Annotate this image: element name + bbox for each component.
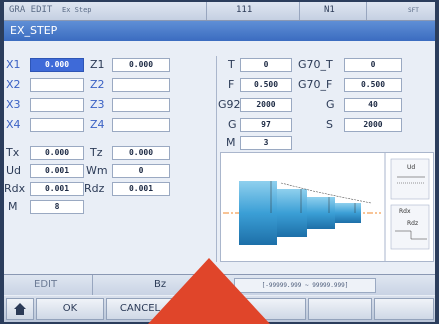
label-g70-t: G70_T — [298, 58, 333, 71]
step-diagram: Ud Rdx Rdz — [220, 152, 434, 262]
x1-input[interactable]: 0.000 — [30, 58, 84, 72]
program-number: 111 — [236, 5, 253, 15]
x4-input[interactable] — [30, 118, 84, 132]
label-z1: Z1 — [90, 58, 105, 71]
label-tz: Tz — [90, 146, 103, 159]
z2-input[interactable] — [112, 78, 170, 92]
g70-f-input[interactable]: 0.500 — [344, 78, 402, 92]
wm-input[interactable]: 0 — [112, 164, 170, 178]
label-g-97: G — [228, 118, 237, 131]
g70-t-input[interactable]: 0 — [344, 58, 402, 72]
label-ud: Ud — [6, 164, 22, 177]
z4-input[interactable] — [112, 118, 170, 132]
z1-input[interactable]: 0.000 — [112, 58, 170, 72]
label-g-40: G — [326, 98, 335, 111]
label-s: S — [326, 118, 333, 131]
softkey-6[interactable] — [374, 298, 434, 320]
label-g70-f: G70_F — [298, 78, 333, 91]
label-rdz: Rdz — [84, 182, 105, 195]
rdz-diagram-label: Rdz — [407, 220, 418, 227]
m-left-input[interactable]: 8 — [30, 200, 84, 214]
label-x3: X3 — [6, 98, 21, 111]
mode-indicator: GRA EDIT — [9, 5, 53, 15]
page-title: EX_STEP — [4, 21, 435, 41]
g92-input[interactable]: 2000 — [240, 98, 292, 112]
tx-input[interactable]: 0.000 — [30, 146, 84, 160]
block-number: N1 — [324, 5, 335, 15]
softkey-5[interactable] — [308, 298, 372, 320]
ok-button[interactable]: OK — [36, 298, 104, 320]
x2-input[interactable] — [30, 78, 84, 92]
label-m-right: M — [226, 136, 236, 149]
g-input-97[interactable]: 97 — [240, 118, 292, 132]
top-status-bar: GRA EDIT Ex Step 111 N1 SFT — [4, 2, 435, 21]
m-right-input[interactable]: 3 — [240, 136, 292, 150]
t-input[interactable]: 0 — [240, 58, 292, 72]
label-g92: G92 — [218, 98, 241, 111]
tz-input[interactable]: 0.000 — [112, 146, 170, 160]
up-arrow-overlay — [148, 258, 270, 324]
x3-input[interactable] — [30, 98, 84, 112]
home-icon — [14, 303, 26, 315]
label-x4: X4 — [6, 118, 21, 131]
label-z2: Z2 — [90, 78, 105, 91]
edit-mode-label: EDIT — [34, 279, 58, 290]
label-t: T — [228, 58, 235, 71]
step-profile-illustration: Ud Rdx Rdz — [223, 153, 430, 261]
rdz-input[interactable]: 0.001 — [112, 182, 170, 196]
panel-divider — [216, 56, 217, 262]
label-m-left: M — [8, 200, 18, 213]
label-x1: X1 — [6, 58, 21, 71]
label-rdx: Rdx — [4, 182, 26, 195]
home-key[interactable] — [6, 298, 34, 320]
rdx-input[interactable]: 0.001 — [30, 182, 84, 196]
f-input[interactable]: 0.500 — [240, 78, 292, 92]
label-wm: Wm — [86, 164, 108, 177]
rdx-diagram-label: Rdx — [399, 208, 411, 215]
s-input[interactable]: 2000 — [344, 118, 402, 132]
ud-diagram-label: Ud — [407, 164, 415, 171]
label-tx: Tx — [6, 146, 20, 159]
z3-input[interactable] — [112, 98, 170, 112]
g-input-40[interactable]: 40 — [344, 98, 402, 112]
label-z4: Z4 — [90, 118, 105, 131]
status-right: SFT — [408, 7, 419, 14]
label-f: F — [228, 78, 235, 91]
label-x2: X2 — [6, 78, 21, 91]
ud-input[interactable]: 0.001 — [30, 164, 84, 178]
file-name: Ex Step — [62, 6, 92, 14]
label-z3: Z3 — [90, 98, 105, 111]
